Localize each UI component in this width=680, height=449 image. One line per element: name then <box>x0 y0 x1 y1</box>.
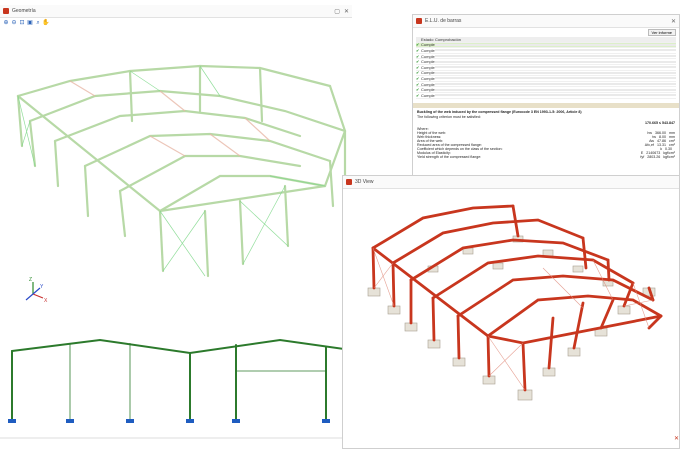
report-result: 170.665 ≤ 543.847 <box>417 121 675 125</box>
red-3d-structure[interactable] <box>343 188 680 449</box>
view-report-button[interactable]: Ver informe <box>647 29 676 36</box>
report-title: Buckling of the web induced by the compr… <box>417 109 582 114</box>
report-subtitle: The following criterion must be satisfie… <box>417 114 481 119</box>
axis-indicator: Z X Y <box>25 277 48 304</box>
zoom-all-icon[interactable]: ▣ <box>27 20 33 26</box>
app-icon <box>416 18 422 24</box>
checks-window: E.L.U. de barras ✕ Ver informe Estado Co… <box>412 14 680 184</box>
app-icon <box>3 8 9 14</box>
green-wireframe-model[interactable]: Z X Y <box>0 26 352 332</box>
zoom-window-icon[interactable]: ⊡ <box>19 20 25 26</box>
window-controls: ✕ <box>671 18 676 25</box>
geometry-titlebar: Geometría ▢ ✕ <box>0 5 352 18</box>
geometry-title: Geometría <box>12 8 36 14</box>
table-row[interactable]: ✔ Cumple <box>416 93 676 99</box>
view3d-title: 3D View <box>355 179 374 185</box>
col-check-header: Comprobación <box>435 36 462 42</box>
close-icon[interactable]: ✕ <box>344 8 349 15</box>
frame-elevation-drawing[interactable] <box>0 333 352 449</box>
frame-elevation-panel <box>0 333 352 449</box>
close-icon[interactable]: ✕ <box>671 18 676 25</box>
view3d-window: 3D View ✕ <box>342 175 680 449</box>
app-icon <box>346 179 352 185</box>
geometry-window: Geometría ▢ ✕ ⊕ ⊖ ⊡ ▣ ⌕ ✋ Z X Y <box>0 5 352 333</box>
col-status-header: Estado <box>421 36 434 42</box>
axis-z-label: Z <box>29 277 32 283</box>
axis-y-label: Y <box>40 284 44 290</box>
close-icon[interactable]: ✕ <box>674 435 679 442</box>
pan-hand-icon[interactable]: ✋ <box>42 20 49 26</box>
maximize-icon[interactable]: ▢ <box>334 8 340 15</box>
zoom-in-icon[interactable]: ⊕ <box>3 20 9 26</box>
checks-titlebar: E.L.U. de barras ✕ <box>413 15 679 28</box>
search-icon[interactable]: ⌕ <box>35 20 41 26</box>
report-body: Buckling of the web induced by the compr… <box>413 108 679 161</box>
result-value: 170.665 ≤ 543.847 <box>645 120 675 125</box>
axis-x-label: X <box>44 298 48 304</box>
zoom-out-icon[interactable]: ⊖ <box>11 20 17 26</box>
window-controls: ▢ ✕ <box>334 8 349 15</box>
checks-title: E.L.U. de barras <box>425 18 462 24</box>
param-row: Yield strength of the compressed flange:… <box>417 154 675 159</box>
checks-table: Estado Comprobación ✔ Cumple ✔ Cumple ✔ Cum… <box>413 37 679 99</box>
